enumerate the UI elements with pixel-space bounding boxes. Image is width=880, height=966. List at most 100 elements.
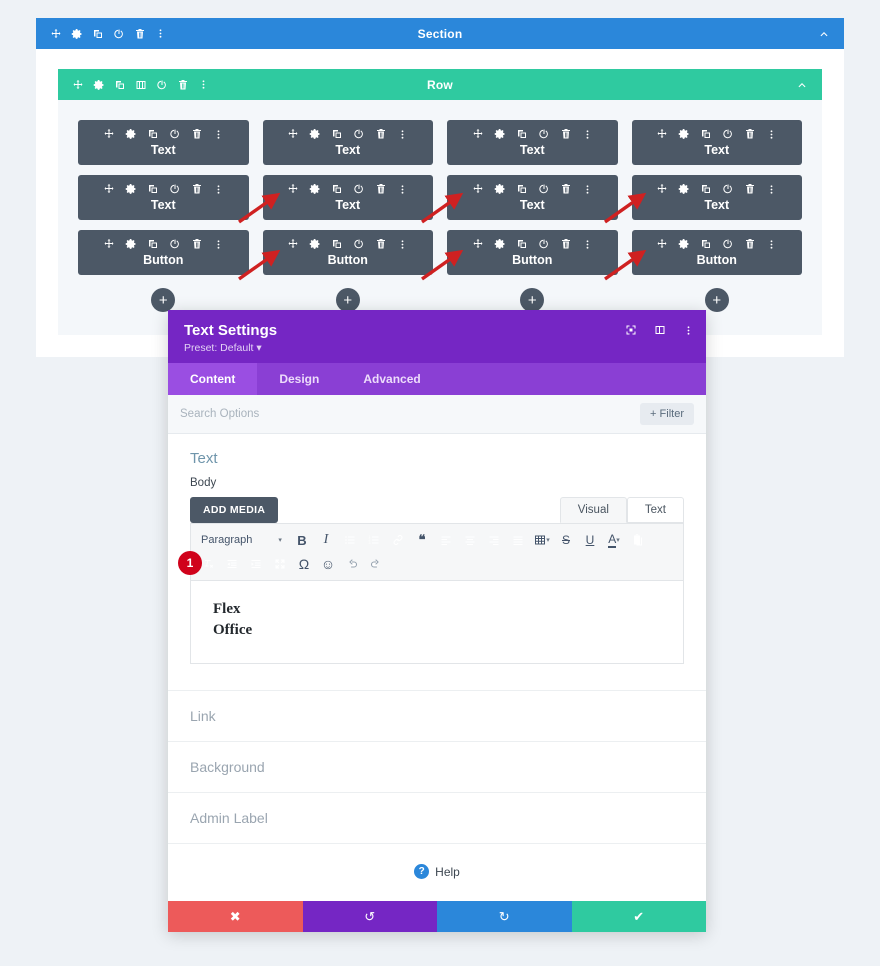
move-icon[interactable] [287,238,299,250]
bullet-list-icon[interactable] [339,529,361,551]
more-icon[interactable] [213,184,224,195]
format-select[interactable]: Paragraph ▾ [197,534,289,546]
more-icon[interactable] [397,129,408,140]
numbered-list-icon[interactable]: 123 [363,529,385,551]
trash-icon[interactable] [191,238,203,250]
text-color-icon[interactable]: A ▾ [603,529,625,551]
toggle-link[interactable]: Link [168,690,706,741]
strikethrough-icon[interactable]: S [555,529,577,551]
gear-icon[interactable] [309,183,321,195]
more-icon[interactable] [213,239,224,250]
trash-icon[interactable] [744,128,756,140]
power-icon[interactable] [722,128,734,140]
gear-icon[interactable] [678,238,690,250]
row-collapse-icon[interactable] [796,79,822,91]
add-module-button[interactable]: + [520,288,545,312]
trash-icon[interactable] [744,183,756,195]
duplicate-icon[interactable] [516,238,528,250]
cancel-button[interactable]: ✖ [168,901,303,932]
move-icon[interactable] [656,183,668,195]
power-icon[interactable] [722,238,734,250]
move-icon[interactable] [472,238,484,250]
module-text[interactable]: Text [262,120,433,165]
move-icon[interactable] [656,238,668,250]
table-icon[interactable]: ▾ [531,529,553,551]
move-icon[interactable] [103,238,115,250]
save-button[interactable]: ✔ [571,901,706,932]
more-icon[interactable] [198,79,209,90]
move-icon[interactable] [103,128,115,140]
duplicate-icon[interactable] [331,128,343,140]
power-icon[interactable] [722,183,734,195]
gear-icon[interactable] [125,183,137,195]
power-icon[interactable] [169,128,181,140]
columns-icon[interactable] [135,79,147,91]
module-text[interactable]: Text [262,175,433,220]
more-icon[interactable] [155,28,166,39]
power-icon[interactable] [538,128,550,140]
help-link[interactable]: ? Help [168,843,706,901]
power-icon[interactable] [538,183,550,195]
link-icon[interactable] [387,529,409,551]
trash-icon[interactable] [560,183,572,195]
undo-icon[interactable] [341,553,363,575]
emoji-icon[interactable]: ☺ [317,553,339,575]
redo-button[interactable]: ↻ [437,901,572,932]
underline-icon[interactable]: U [579,529,601,551]
gear-icon[interactable] [494,238,506,250]
more-icon[interactable] [766,184,777,195]
duplicate-icon[interactable] [147,238,159,250]
module-button[interactable]: Button [262,230,433,275]
duplicate-icon[interactable] [331,238,343,250]
gear-icon[interactable] [678,183,690,195]
more-icon[interactable] [582,184,593,195]
module-text[interactable]: Text [447,175,618,220]
duplicate-icon[interactable] [516,183,528,195]
fullscreen-icon[interactable] [625,324,637,336]
module-text[interactable]: Text [78,120,249,165]
more-icon[interactable] [397,239,408,250]
trash-icon[interactable] [177,79,189,91]
more-icon[interactable] [673,453,684,464]
move-icon[interactable] [472,183,484,195]
more-icon[interactable] [213,129,224,140]
bold-icon[interactable]: B [291,529,313,551]
move-icon[interactable] [50,28,62,40]
move-icon[interactable] [656,128,668,140]
trash-icon[interactable] [134,28,146,40]
gear-icon[interactable] [309,128,321,140]
paste-as-text-icon[interactable] [627,529,649,551]
module-text[interactable]: Text [631,175,802,220]
duplicate-icon[interactable] [516,128,528,140]
power-icon[interactable] [538,238,550,250]
chevron-down-icon[interactable] [672,761,684,773]
more-icon[interactable] [683,325,694,336]
duplicate-icon[interactable] [147,183,159,195]
power-icon[interactable] [353,128,365,140]
trash-icon[interactable] [375,128,387,140]
add-module-button[interactable]: + [151,288,176,312]
chevron-down-icon[interactable] [672,710,684,722]
chevron-up-icon[interactable] [647,453,659,465]
duplicate-icon[interactable] [147,128,159,140]
section-bar[interactable]: Section [36,18,844,49]
indent-icon[interactable] [245,553,267,575]
more-icon[interactable] [582,129,593,140]
power-icon[interactable] [169,238,181,250]
tab-advanced[interactable]: Advanced [341,363,442,395]
trash-icon[interactable] [560,128,572,140]
module-button[interactable]: Button [78,230,249,275]
tab-design[interactable]: Design [257,363,341,395]
gear-icon[interactable] [71,28,83,40]
tab-content[interactable]: Content [168,363,258,395]
gear-icon[interactable] [309,238,321,250]
power-icon[interactable] [113,28,125,40]
toggle-admin-label[interactable]: Admin Label [168,792,706,843]
gear-icon[interactable] [125,128,137,140]
align-center-icon[interactable] [459,529,481,551]
move-icon[interactable] [287,128,299,140]
move-icon[interactable] [472,128,484,140]
trash-icon[interactable] [744,238,756,250]
chevron-down-icon[interactable]: ▾ [256,342,261,354]
add-module-button[interactable]: + [704,288,729,312]
